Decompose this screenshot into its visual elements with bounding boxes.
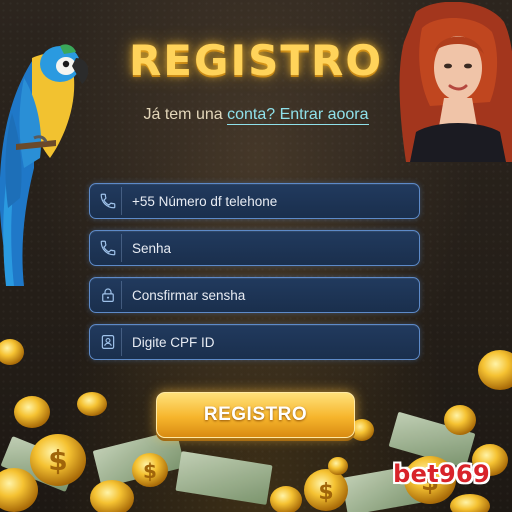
brand-logo: bet969 xyxy=(393,460,490,488)
password-placeholder: Senha xyxy=(132,240,172,256)
login-prompt-text: Já tem una xyxy=(143,106,228,123)
svg-text:$: $ xyxy=(143,459,157,483)
register-button[interactable]: REGISTRO xyxy=(156,392,355,438)
phone-icon xyxy=(94,187,122,215)
register-button-label: REGISTRO xyxy=(203,404,308,425)
svg-text:$: $ xyxy=(318,480,333,505)
confirm-password-placeholder: Consfirmar sensha xyxy=(132,287,246,303)
registration-screen: REGISTRO Já tem una conta? Entrar aoora … xyxy=(0,0,512,512)
phone-icon xyxy=(94,234,122,262)
phone-number-field[interactable]: +55 Número df telehone xyxy=(89,183,420,219)
login-link[interactable]: conta? Entrar aoora xyxy=(227,106,369,125)
phone-number-placeholder: +55 Número df telehone xyxy=(132,193,278,209)
login-prompt: Já tem una conta? Entrar aoora xyxy=(0,106,512,125)
page-title: REGISTRO xyxy=(128,36,384,85)
lock-icon xyxy=(94,281,122,309)
confirm-password-field[interactable]: Consfirmar sensha xyxy=(89,277,420,313)
password-field[interactable]: Senha xyxy=(89,230,420,266)
svg-text:$: $ xyxy=(48,444,67,477)
